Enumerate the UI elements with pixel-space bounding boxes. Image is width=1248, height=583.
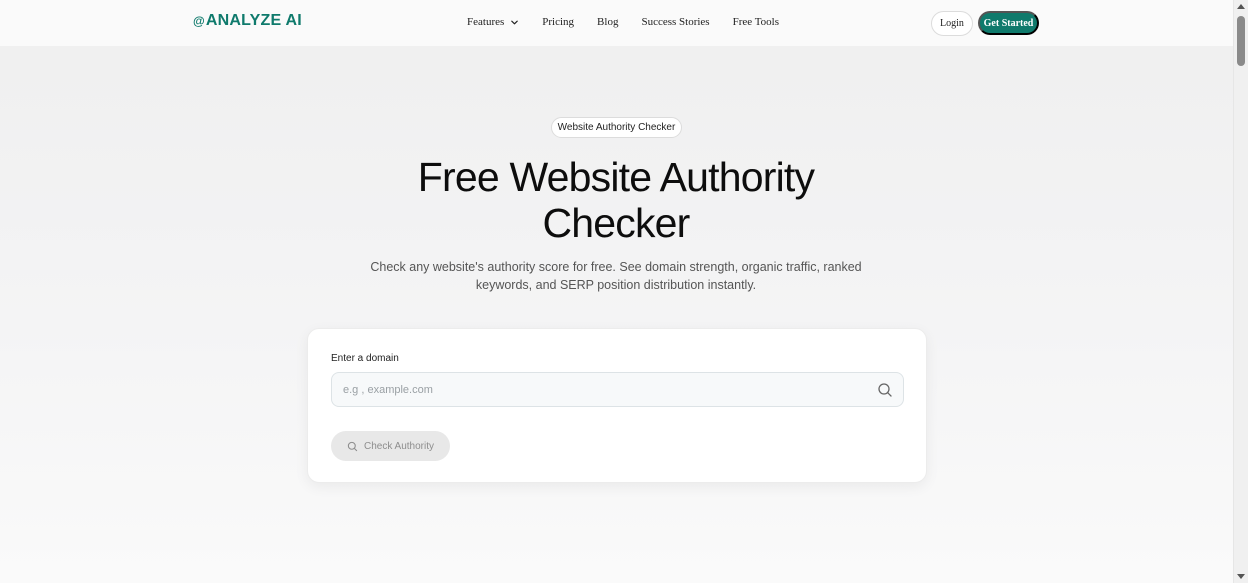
page-subtitle-line-2: keywords, and SERP position distribution… xyxy=(475,278,757,292)
nav-item-pricing[interactable]: Pricing xyxy=(542,16,574,28)
logo-mark-icon: @ xyxy=(193,14,205,28)
nav-item-label: Blog xyxy=(597,16,619,28)
search-icon xyxy=(347,441,358,451)
login-button[interactable]: Login xyxy=(931,11,973,36)
logo-text: ANALYZE AI xyxy=(205,12,302,29)
nav-item-success-stories[interactable]: Success Stories xyxy=(641,16,709,28)
scroll-thumb[interactable] xyxy=(1237,16,1245,66)
page-subtitle: Check any website's authority score for … xyxy=(370,258,862,294)
nav-item-label: Pricing xyxy=(542,16,575,28)
scroll-down-arrow-icon[interactable] xyxy=(1237,574,1245,579)
domain-field-label: Enter a domain xyxy=(331,353,399,364)
domain-input[interactable] xyxy=(331,372,904,407)
page-title-line-1: Free Website Authority xyxy=(417,154,815,200)
check-authority-label: Check Authority xyxy=(363,440,435,452)
nav-item-label: Success Stories xyxy=(641,16,710,28)
nav-item-features[interactable]: Features xyxy=(467,16,519,28)
page-scrollbar[interactable] xyxy=(1233,0,1248,583)
nav-item-label: Features xyxy=(467,16,505,28)
search-icon[interactable] xyxy=(877,382,893,398)
nav-item-label: Free Tools xyxy=(732,16,779,28)
page-title-line-2: Checker xyxy=(542,200,690,246)
logo[interactable]: @ ANALYZE AI xyxy=(193,12,302,30)
tool-badge: Website Authority Checker xyxy=(551,117,682,138)
nav-item-free-tools[interactable]: Free Tools xyxy=(733,16,779,28)
chevron-down-icon xyxy=(511,20,519,24)
nav-item-blog[interactable]: Blog xyxy=(597,16,618,28)
scroll-up-arrow-icon[interactable] xyxy=(1237,4,1245,9)
page-title: Free Website Authority Checker xyxy=(300,154,932,246)
site-header: @ ANALYZE AI Features Pricing Blog Succe… xyxy=(0,0,1233,46)
domain-check-card: Enter a domain Check Authority xyxy=(307,328,927,483)
check-authority-button[interactable]: Check Authority xyxy=(331,431,450,461)
page-subtitle-line-1: Check any website's authority score for … xyxy=(370,260,862,274)
get-started-button[interactable]: Get Started xyxy=(978,11,1039,35)
main-nav: Features Pricing Blog Success Stories Fr… xyxy=(467,16,779,28)
